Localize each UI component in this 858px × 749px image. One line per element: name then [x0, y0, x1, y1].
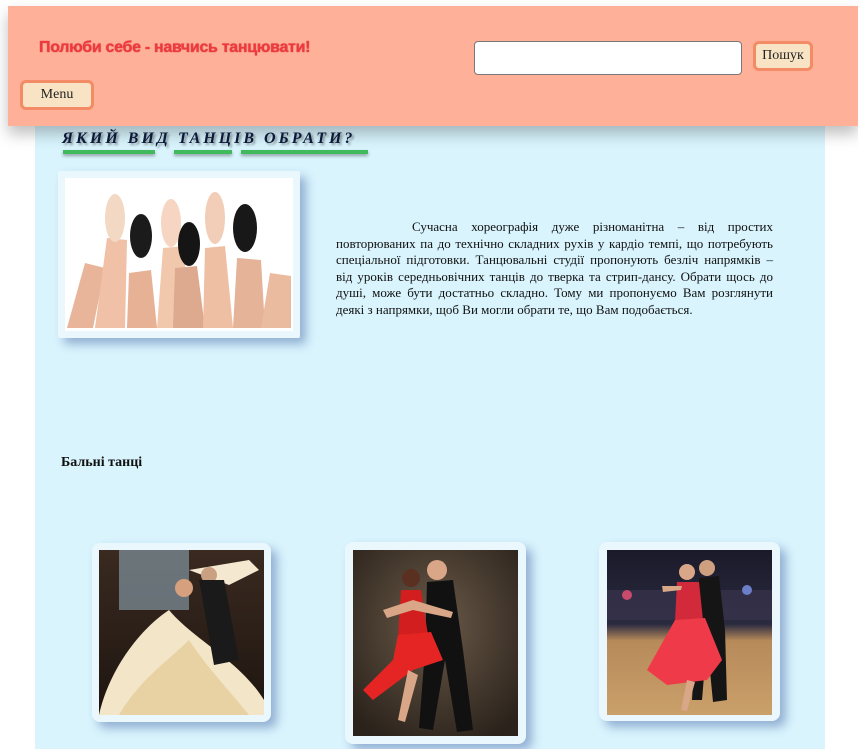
gallery-card: [345, 542, 526, 744]
search-button[interactable]: Пошук: [753, 41, 813, 71]
section-title-ballroom: Бальні танці: [61, 455, 143, 470]
intro-paragraph: Сучасна хореографія дуже різноманітна – …: [336, 219, 773, 317]
heading-underline: [63, 150, 155, 154]
ballroom-dance-photo-1: [99, 550, 264, 715]
dance-shoes-photo: [58, 171, 300, 338]
ballroom-dance-photo-2: [353, 550, 518, 736]
heading-underline: [241, 150, 368, 154]
page-heading: ЯКИЙ ВИД ТАНЦІВ ОБРАТИ?: [62, 130, 356, 147]
dance-shoes-image: [65, 178, 293, 331]
site-slogan: Полюби себе - навчись танцювати!: [39, 39, 311, 56]
gallery-card: [599, 542, 780, 721]
heading-underline: [174, 150, 232, 154]
site-header: Полюби себе - навчись танцювати! Пошук M…: [8, 6, 858, 126]
search-input[interactable]: [474, 41, 742, 75]
ballroom-dance-photo-3: [607, 550, 772, 715]
gallery-card: [92, 543, 271, 722]
menu-button[interactable]: Menu: [20, 80, 94, 110]
